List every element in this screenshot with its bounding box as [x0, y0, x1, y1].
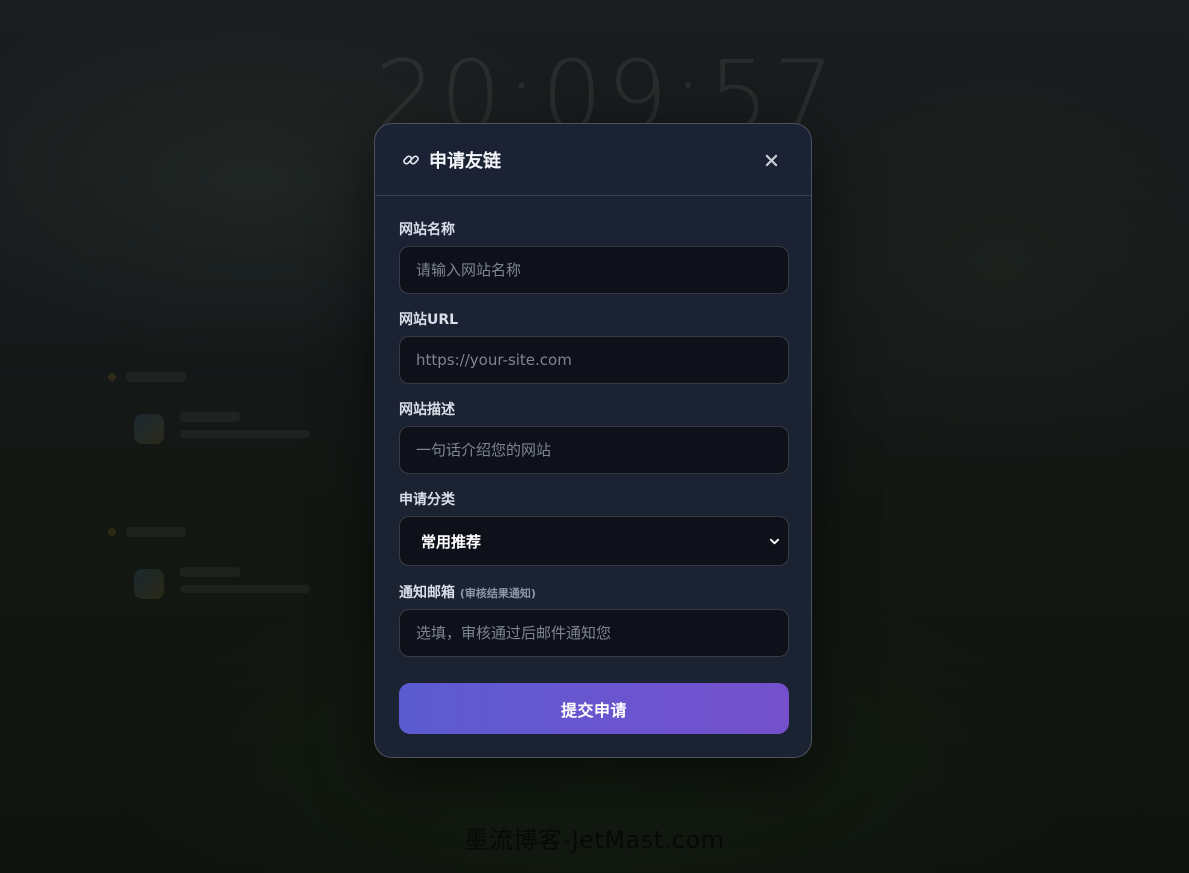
- email-field: 通知邮箱 (审核结果通知): [399, 585, 789, 657]
- site-name-field: 网站名称: [399, 222, 789, 294]
- chevron-down-icon: [769, 532, 780, 551]
- background-category-group: [108, 527, 310, 601]
- site-url-input[interactable]: [399, 336, 789, 384]
- background-category-group: [108, 372, 310, 446]
- email-label: 通知邮箱 (审核结果通知): [399, 585, 787, 602]
- close-icon: [765, 154, 777, 166]
- category-field: 申请分类 常用推荐: [399, 492, 789, 566]
- modal-title: 申请友链: [429, 150, 501, 171]
- site-name-label: 网站名称: [399, 222, 455, 238]
- category-selected-value: 常用推荐: [421, 532, 482, 551]
- email-label-hint: (审核结果通知): [459, 587, 536, 600]
- modal-header: 申请友链: [375, 124, 811, 196]
- site-url-label: 网站URL: [399, 312, 459, 328]
- email-input[interactable]: [399, 609, 789, 657]
- friend-link-form: 网站名称 网站URL 网站描述 申请分类 常用推荐 通: [375, 196, 811, 734]
- site-description-input[interactable]: [399, 426, 789, 474]
- site-url-field: 网站URL: [399, 312, 789, 384]
- close-button[interactable]: [761, 150, 781, 170]
- site-name-input[interactable]: [399, 246, 789, 294]
- submit-button[interactable]: 提交申请: [399, 683, 789, 734]
- watermark: 墨流博客-JetMast.com: [464, 826, 725, 854]
- site-description-label: 网站描述: [399, 402, 455, 418]
- category-label: 申请分类: [399, 492, 455, 508]
- category-select[interactable]: 常用推荐: [399, 516, 789, 566]
- site-description-field: 网站描述: [399, 402, 789, 474]
- friend-link-modal: 申请友链 网站名称 网站URL 网站描述 申请分类 常用推荐: [374, 123, 812, 758]
- email-label-text: 通知邮箱: [399, 585, 455, 601]
- link-icon: [401, 150, 421, 170]
